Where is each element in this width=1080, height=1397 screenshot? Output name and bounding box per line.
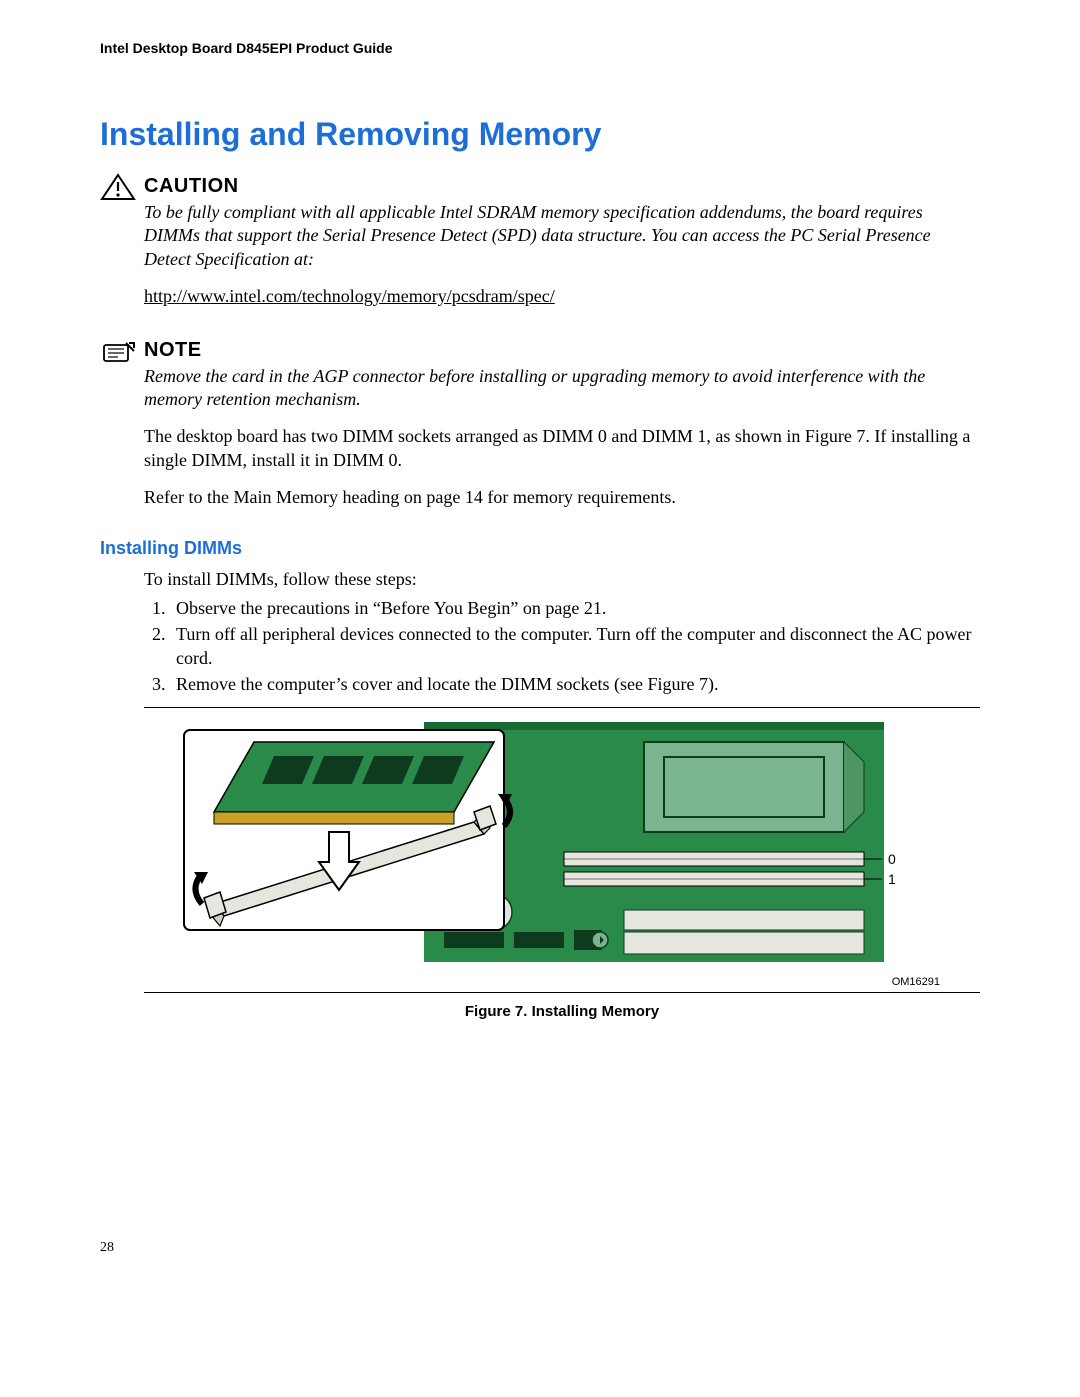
subheading-installing-dimms: Installing DIMMs	[100, 538, 980, 559]
figure-rule-bottom	[144, 992, 980, 993]
note-text: Remove the card in the AGP connector bef…	[144, 365, 980, 412]
step-item: Observe the precautions in “Before You B…	[170, 596, 980, 620]
figure-illustration: 0 1	[144, 712, 904, 972]
note-header: NOTE	[100, 337, 980, 365]
page-title: Installing and Removing Memory	[100, 116, 980, 153]
paragraph-1: The desktop board has two DIMM sockets a…	[144, 425, 980, 472]
figure-id: OM16291	[100, 976, 940, 988]
page-number: 28	[100, 1240, 980, 1256]
caution-text: To be fully compliant with all applicabl…	[144, 201, 980, 271]
figure-caption: Figure 7. Installing Memory	[144, 1003, 980, 1020]
running-header: Intel Desktop Board D845EPI Product Guid…	[100, 40, 980, 56]
paragraph-2: Refer to the Main Memory heading on page…	[144, 486, 980, 509]
figure-7: 0 1	[144, 712, 980, 972]
dimm0-label: 0	[888, 851, 896, 867]
caution-label: CAUTION	[144, 173, 239, 198]
step-item: Remove the computer’s cover and locate t…	[170, 672, 980, 696]
caution-link[interactable]: http://www.intel.com/technology/memory/p…	[144, 286, 555, 306]
caution-header: CAUTION	[100, 173, 980, 201]
step-item: Turn off all peripheral devices connecte…	[170, 622, 980, 671]
caution-icon	[100, 173, 136, 201]
steps-list: Observe the precautions in “Before You B…	[144, 596, 980, 697]
steps-intro: To install DIMMs, follow these steps:	[144, 569, 980, 590]
note-label: NOTE	[144, 337, 202, 362]
dimm1-label: 1	[888, 871, 896, 887]
note-icon	[100, 337, 136, 365]
figure-rule-top	[144, 707, 980, 708]
